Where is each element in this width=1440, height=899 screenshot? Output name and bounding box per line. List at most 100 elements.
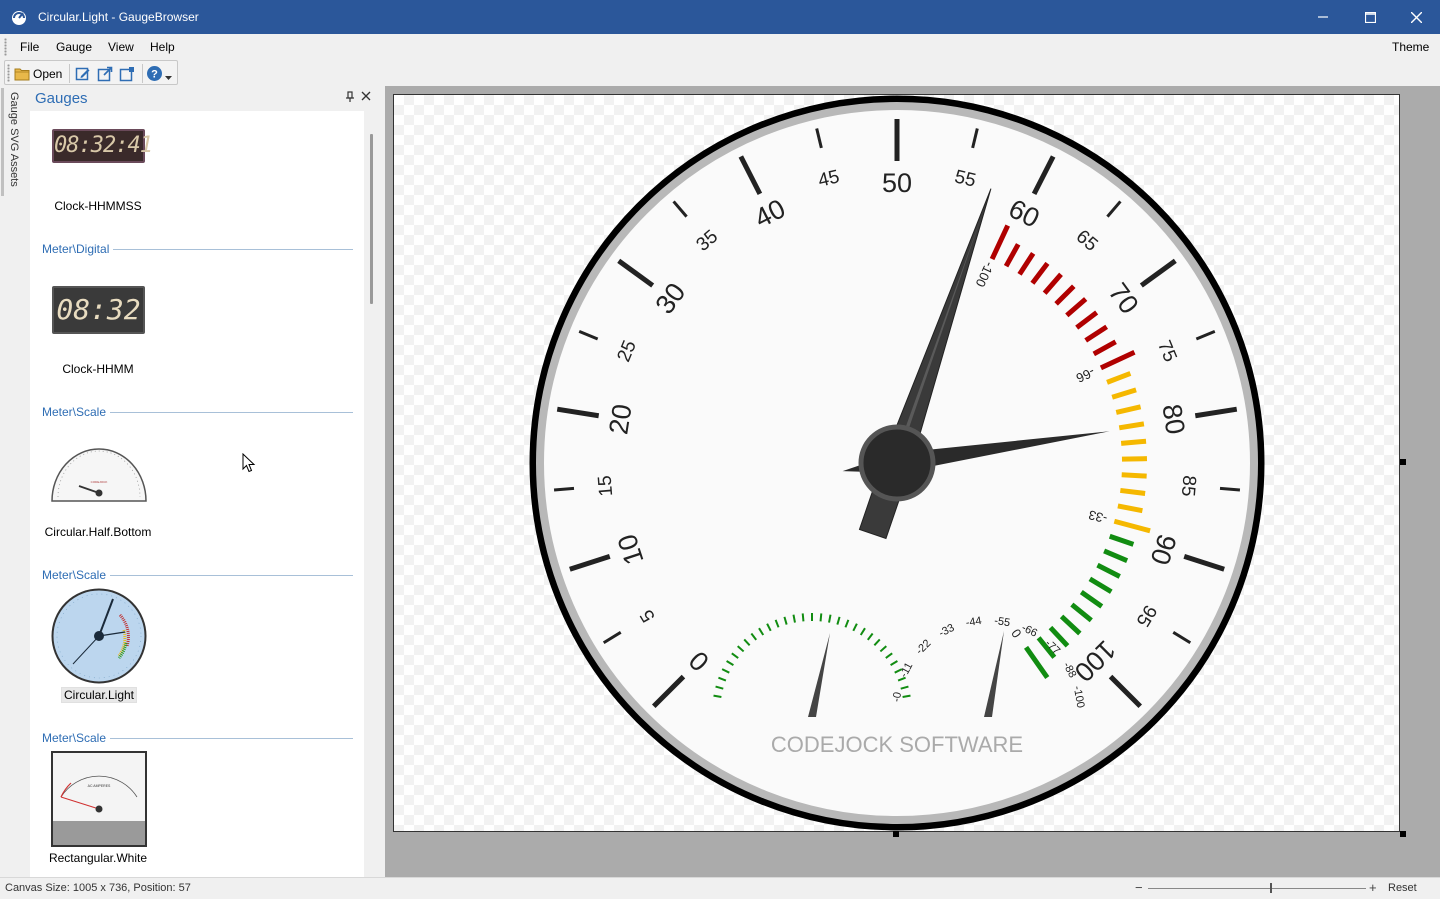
minor-tick (553, 486, 575, 492)
maximize-icon (1364, 11, 1376, 23)
group-header: Meter\Scale (42, 568, 353, 582)
zoom-in-button[interactable]: + (1369, 880, 1377, 895)
status-text: Canvas Size: 1005 x 736, Position: 57 (5, 882, 191, 894)
dropdown-arrow-icon[interactable] (165, 75, 172, 81)
sub-gauge-tick (713, 694, 722, 699)
menu-file-label: File (20, 40, 40, 54)
group-header: Meter\Digital (42, 242, 353, 256)
splitter[interactable] (376, 86, 385, 877)
menu-gauge-label: Gauge (56, 40, 93, 54)
zoom-slider-thumb[interactable] (1270, 883, 1272, 893)
circular-light-label[interactable]: Circular.Light (50, 687, 148, 703)
group-label: Meter\Scale (42, 731, 111, 745)
panel-title: Gauges (35, 90, 88, 107)
sub-scale-label: -55 (993, 615, 1011, 629)
needle-hub (858, 424, 936, 502)
menu-help-label: Help (150, 40, 175, 54)
inner-scale-tick (1121, 472, 1147, 479)
scale-label: 80 (1156, 402, 1190, 436)
minor-tick (1219, 486, 1241, 492)
inner-scale-tick (1120, 438, 1147, 446)
mouse-cursor-icon (242, 453, 256, 473)
scale-label: 85 (1177, 475, 1200, 498)
external-link-icon (97, 66, 113, 81)
panel-scrollbar[interactable] (370, 134, 373, 304)
clock-hhmm-label[interactable]: Clock-HHMM (30, 362, 166, 376)
group-header: Meter\Scale (42, 405, 353, 419)
close-icon (1410, 11, 1422, 23)
clock-hhmm-thumbnail[interactable]: 08:32 (52, 286, 145, 334)
gauge-list[interactable]: 08:32:41 Clock-HHMMSS Meter\Digital 08:3… (30, 111, 364, 877)
brand-text: CODEJOCK SOFTWARE (771, 732, 1023, 757)
clock-hhmm-display: 08:32 (56, 293, 141, 326)
resize-handle-bottom[interactable] (893, 831, 899, 837)
canvas-button[interactable] (119, 64, 135, 83)
folder-icon (14, 68, 30, 80)
circular-light-label-text: Circular.Light (60, 687, 138, 703)
toolbar: Open ? (0, 60, 1440, 86)
minimize-icon (1318, 16, 1328, 18)
group-label: Meter\Digital (42, 242, 114, 256)
side-tab-indicator (1, 88, 4, 196)
clock-hhmmss-thumbnail[interactable]: 08:32:41 (52, 129, 153, 163)
status-bar: Canvas Size: 1005 x 736, Position: 57 − … (0, 877, 1440, 899)
rectangular-white-thumbnail[interactable]: AC AMPERES (51, 751, 147, 847)
clock-hhmmss-display: 08:32:41 (54, 133, 153, 158)
side-tab-strip: Gauge SVG Assets (0, 86, 30, 877)
open-button[interactable]: Open (14, 64, 62, 83)
side-tab-gauge-svg-assets[interactable]: Gauge SVG Assets (8, 92, 20, 187)
circular-light-thumbnail[interactable] (51, 588, 147, 684)
sub-gauge-tick (801, 613, 805, 622)
edit-button[interactable] (75, 64, 91, 83)
theme-menu[interactable]: Theme (1392, 40, 1429, 54)
app-logo-icon (12, 11, 26, 25)
menu-gauge[interactable]: Gauge (56, 40, 92, 54)
toolbar-separator (69, 64, 70, 83)
edit-icon (75, 67, 90, 80)
sub-gauge-tick (819, 613, 823, 622)
menu-file[interactable]: File (20, 40, 39, 54)
zoom-out-button[interactable]: − (1135, 880, 1143, 895)
close-button[interactable] (1393, 0, 1439, 34)
minimize-button[interactable] (1300, 0, 1346, 34)
sub-scale-label: -0 (891, 691, 905, 703)
resize-handle-right[interactable] (1400, 459, 1406, 465)
rectangular-white-label[interactable]: Rectangular.White (30, 851, 166, 865)
menu-help[interactable]: Help (150, 40, 175, 54)
title-bar: Circular.Light - GaugeBrowser (0, 0, 1440, 34)
scale-label: 20 (603, 402, 637, 436)
window-title: Circular.Light - GaugeBrowser (38, 10, 199, 24)
menu-view-label: View (108, 40, 134, 54)
menu-grip[interactable] (4, 38, 7, 56)
open-label: Open (33, 66, 63, 81)
reset-button[interactable]: Reset (1388, 882, 1417, 894)
sub-scale-label: -44 (965, 615, 983, 629)
group-label: Meter\Scale (42, 405, 111, 419)
gauge-canvas[interactable]: 0 5 10 15 20 25 30 35 40 45 50 55 60 65 70 75 80 85 90 95 10… (393, 94, 1400, 832)
group-label: Meter\Scale (42, 568, 111, 582)
gauge-circular-light: 051015202530354045 50 55606570758085909510… (529, 95, 1265, 831)
toolbar-grip[interactable] (7, 64, 10, 82)
circular-half-bottom-label[interactable]: Circular.Half.Bottom (30, 525, 166, 539)
zoom-slider[interactable] (1148, 888, 1366, 889)
clock-hhmmss-label[interactable]: Clock-HHMMSS (30, 199, 166, 213)
help-button[interactable]: ? (146, 64, 172, 83)
menu-view[interactable]: View (108, 40, 134, 54)
resize-handle-corner[interactable] (1400, 831, 1406, 837)
scale-label: 50 (882, 168, 912, 198)
svg-text:AC AMPERES: AC AMPERES (88, 784, 111, 788)
menu-bar: File Gauge View Help Theme (0, 34, 1440, 60)
circular-half-bottom-thumbnail[interactable]: CODEJOCK (50, 443, 148, 503)
svg-text:?: ? (151, 69, 158, 81)
maximize-button[interactable] (1347, 0, 1393, 34)
pin-icon[interactable] (345, 91, 355, 103)
gauges-panel: Gauges 08:32:41 Clock-HHMMSS Meter\Digit… (30, 86, 376, 877)
svg-text:CODEJOCK: CODEJOCK (91, 480, 108, 484)
group-header: Meter\Scale (42, 731, 353, 745)
toolbar-separator (142, 64, 143, 83)
crop-icon (119, 66, 134, 81)
panel-header: Gauges (30, 86, 376, 111)
scale-label: 15 (595, 475, 618, 498)
panel-close-icon[interactable] (361, 91, 371, 101)
export-button[interactable] (97, 64, 113, 83)
